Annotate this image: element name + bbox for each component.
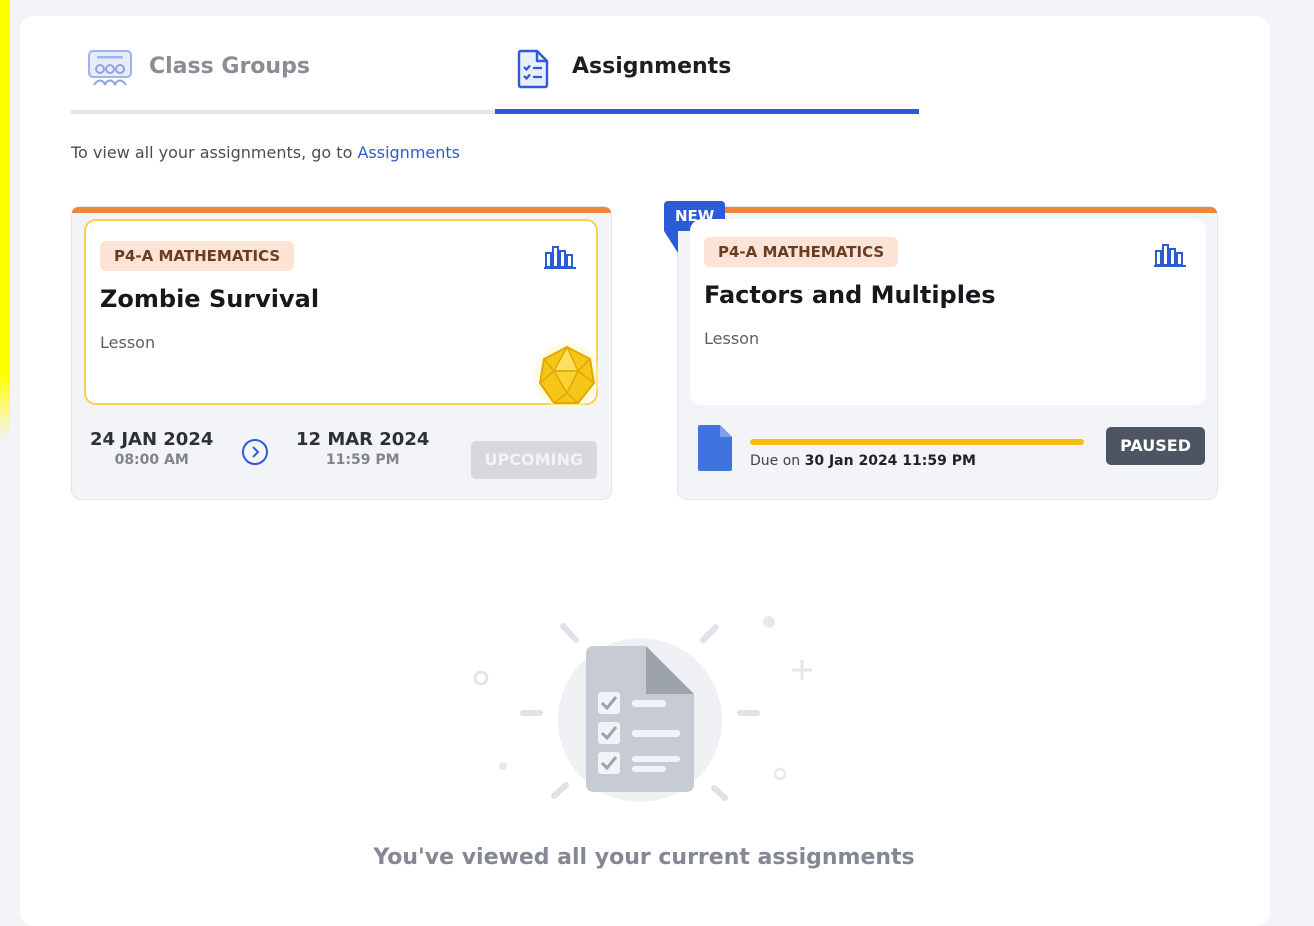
end-date-block: 12 MAR 2024 11:59 PM <box>296 429 429 468</box>
due-prefix: Due on <box>750 453 805 469</box>
due-area: Due on 30 Jan 2024 11:59 PM PAUSED <box>696 423 1205 483</box>
assignment-card-factors-and-multiples[interactable]: NEW P4-A MATHEMATICS Factors and Multipl… <box>664 201 1218 500</box>
hint-text: To view all your assignments, go to <box>71 143 358 162</box>
yellow-highlight-edge <box>0 0 10 440</box>
status-badge-paused: PAUSED <box>1106 427 1205 465</box>
start-date: 24 JAN 2024 <box>90 429 214 450</box>
assignments-hint: To view all your assignments, go to Assi… <box>71 143 460 162</box>
due-text: Due on 30 Jan 2024 11:59 PM <box>750 453 976 469</box>
chart-icon[interactable] <box>1154 241 1188 271</box>
assignment-card-zombie-survival[interactable]: P4-A MATHEMATICS Zombie Survival Lesson <box>71 206 612 500</box>
chevron-right-icon[interactable] <box>242 439 268 465</box>
card-content: P4-A MATHEMATICS Zombie Survival Lesson <box>84 219 600 409</box>
end-date: 12 MAR 2024 <box>296 429 430 450</box>
status-badge-upcoming: UPCOMING <box>470 441 597 479</box>
progress-bar <box>750 439 1084 445</box>
tab-assignments-label: Assignments <box>572 54 732 79</box>
tab-class-groups-label: Class Groups <box>149 54 310 79</box>
checklist-document-icon <box>450 598 850 822</box>
assignment-title: Factors and Multiples <box>704 281 996 309</box>
card-top-bar <box>678 207 1217 213</box>
subject-tag: P4-A MATHEMATICS <box>704 237 899 267</box>
subject-tag: P4-A MATHEMATICS <box>100 241 295 271</box>
empty-state-message: You've viewed all your current assignmen… <box>373 845 915 870</box>
tab-class-groups[interactable]: Class Groups <box>71 16 495 114</box>
assignments-link[interactable]: Assignments <box>357 143 460 162</box>
tab-assignments[interactable]: Assignments <box>495 16 919 114</box>
due-date: 30 Jan 2024 11:59 PM <box>804 453 976 469</box>
chart-icon[interactable] <box>544 243 578 273</box>
gem-icon <box>532 341 602 415</box>
assignment-title: Zombie Survival <box>100 285 320 313</box>
card-top-bar <box>72 207 611 213</box>
assignment-dates: 24 JAN 2024 08:00 AM 12 MAR 2024 11:59 P… <box>90 429 597 479</box>
start-date-block: 24 JAN 2024 08:00 AM <box>90 429 213 468</box>
file-icon <box>696 423 734 477</box>
assignment-list-icon <box>515 49 551 93</box>
new-badge-fold <box>664 231 678 253</box>
card-content: P4-A MATHEMATICS Factors and Multiples L… <box>690 219 1206 405</box>
class-group-icon <box>87 49 135 93</box>
start-time: 08:00 AM <box>114 452 189 468</box>
end-time: 11:59 PM <box>325 452 400 468</box>
assignment-type: Lesson <box>704 329 760 348</box>
assignment-type: Lesson <box>100 333 156 352</box>
